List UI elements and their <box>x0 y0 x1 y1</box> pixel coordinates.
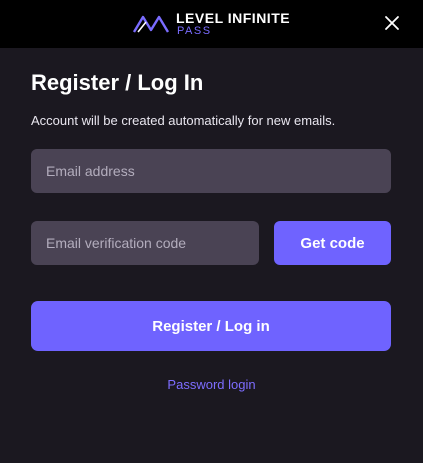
login-modal: LEVEL INFINITE PASS Register / Log In Ac… <box>0 0 423 463</box>
logo-line2: PASS <box>177 25 212 37</box>
close-icon <box>385 16 399 30</box>
logo-line1: LEVEL INFINITE <box>176 10 291 26</box>
logo-text: LEVEL INFINITE PASS <box>176 11 290 37</box>
level-infinite-logo-icon <box>132 15 170 33</box>
brand-logo: LEVEL INFINITE PASS <box>132 10 290 38</box>
verification-code-input[interactable] <box>31 221 259 265</box>
page-subtitle: Account will be created automatically fo… <box>31 113 336 128</box>
header-bar: LEVEL INFINITE PASS <box>0 0 423 48</box>
email-input[interactable] <box>31 149 391 193</box>
page-title: Register / Log In <box>31 70 204 95</box>
get-code-button[interactable]: Get code <box>274 221 391 265</box>
register-login-button[interactable]: Register / Log in <box>31 301 391 351</box>
close-button[interactable] <box>383 14 401 32</box>
password-login-link[interactable]: Password login <box>0 377 423 392</box>
